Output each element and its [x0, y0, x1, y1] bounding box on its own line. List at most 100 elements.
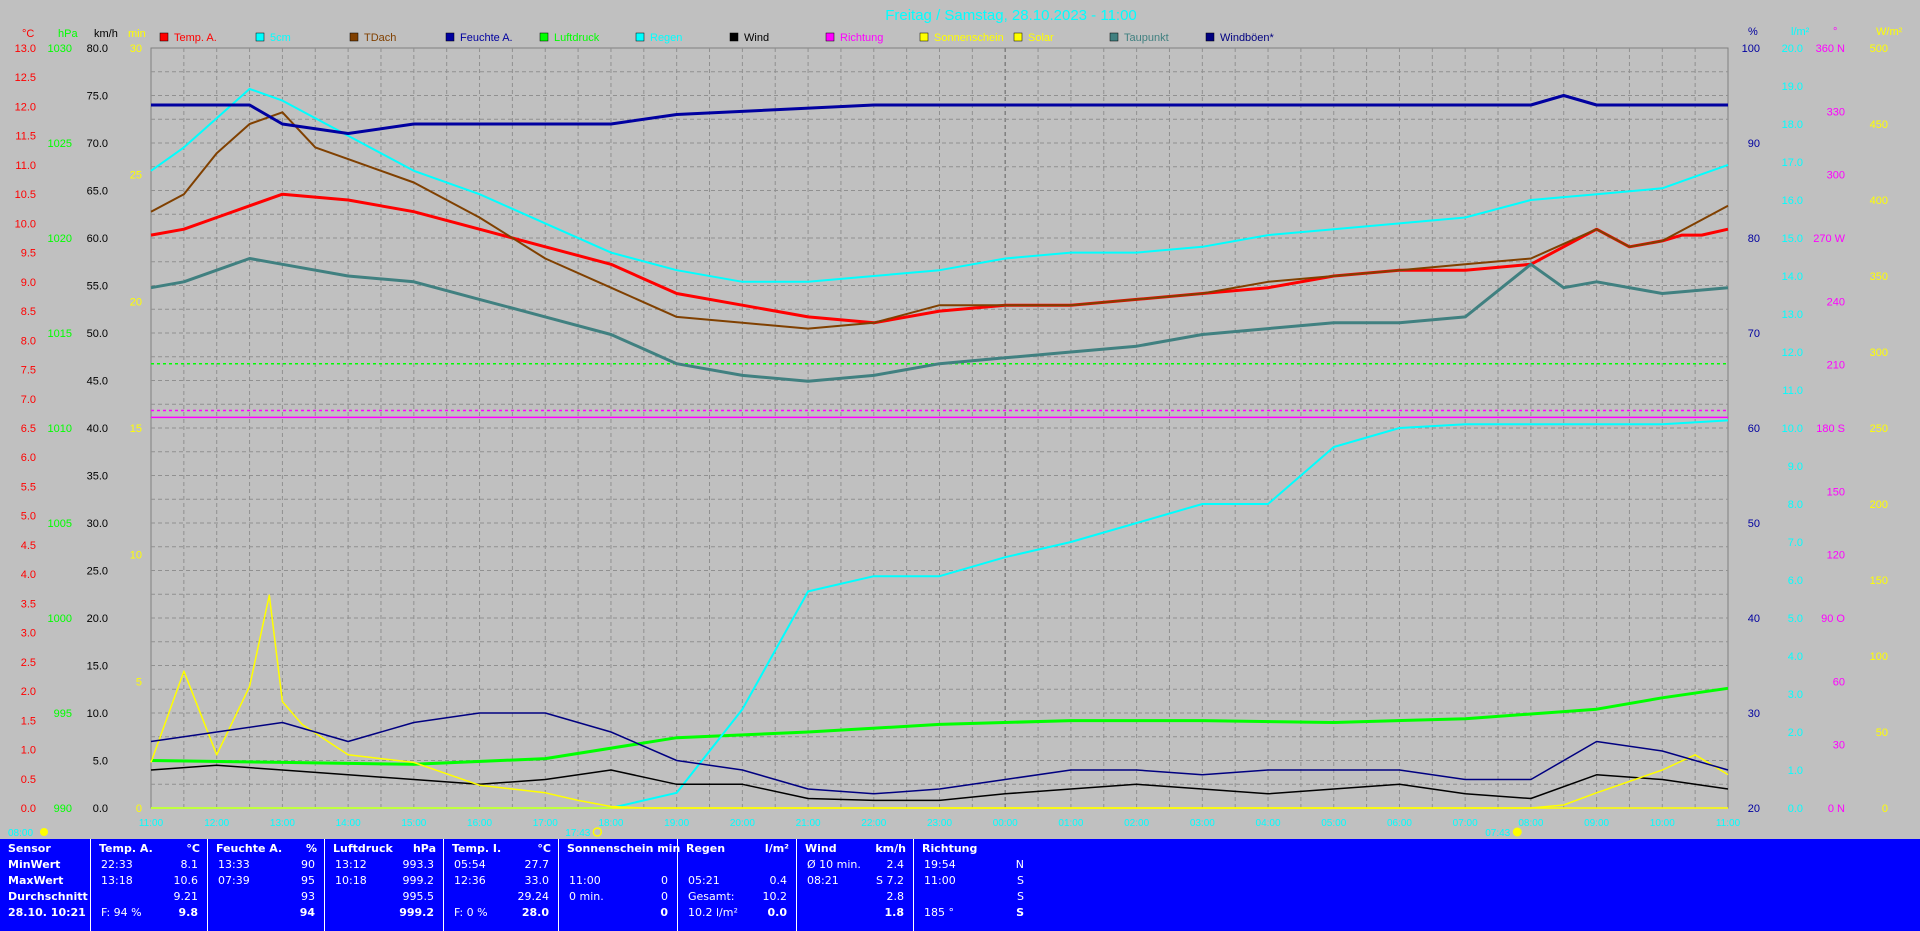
chart-title: Freitag / Samstag, 28.10.2023 - 11:00 — [885, 7, 1137, 24]
axis-tick-right: 240 — [1827, 296, 1845, 308]
legend-label: 5cm — [270, 32, 291, 44]
summary-unit: °C — [537, 842, 551, 855]
axis-tick-left: 6.0 — [21, 452, 36, 464]
axis-tick-left: 30 — [130, 43, 142, 55]
axis-tick-left: 40.0 — [87, 423, 108, 435]
x-tick-label: 08:00 — [1518, 818, 1543, 829]
axis-tick-right: 1.0 — [1788, 765, 1803, 777]
summary-table: Sensor MinWert MaxWert Durchschnitt 28.10. 1… — [0, 839, 1920, 931]
axis-tick-right: 8.0 — [1788, 499, 1803, 511]
axis-tick-right: 13.0 — [1782, 309, 1803, 321]
axis-tick-right: 19.0 — [1782, 81, 1803, 93]
axis-tick-left: 12.5 — [15, 72, 36, 84]
axis-tick-left: 7.5 — [21, 365, 36, 377]
legend-swatch — [1109, 32, 1119, 42]
axis-tick-right: 6.0 — [1788, 575, 1803, 587]
axis-tick-right: 14.0 — [1782, 271, 1803, 283]
summary-value: S 7.2 — [876, 874, 904, 887]
x-tick-label: 10:00 — [1650, 818, 1675, 829]
grid — [150, 47, 1729, 809]
axis-tick-left: 2.5 — [21, 657, 36, 669]
axis-tick-right: 150 — [1827, 486, 1845, 498]
axis-tick-right: 300 — [1827, 170, 1845, 182]
axis-tick-left: 1005 — [48, 518, 72, 530]
axis-unit-right: % — [1748, 26, 1758, 38]
axis-tick-right: 3.0 — [1788, 689, 1803, 701]
axis-tick-left: 25 — [130, 170, 142, 182]
left-edge-time: 08:00 — [8, 828, 33, 839]
axis-tick-left: 5 — [136, 676, 142, 688]
axis-tick-right: 400 — [1870, 195, 1888, 207]
summary-value: 94 — [299, 906, 315, 919]
x-tick-label: 21:00 — [796, 818, 821, 829]
summary-header: Feuchte A. — [216, 842, 283, 855]
axis-tick-right: 270 W — [1813, 233, 1845, 245]
summary-time: 10:18 — [335, 874, 367, 887]
axis-tick-left: 7.0 — [21, 394, 36, 406]
axis-tick-right: 12.0 — [1782, 347, 1803, 359]
x-tick-label: 12:00 — [204, 818, 229, 829]
summary-header: Sonnenschein min — [567, 842, 681, 855]
axis-tick-right: 20.0 — [1782, 43, 1803, 55]
axis-tick-right: 15.0 — [1782, 233, 1803, 245]
summary-column: Sensor MinWert MaxWert Durchschnitt 28.10. 1… — [0, 839, 90, 931]
legend-swatch — [1013, 32, 1023, 42]
axis-tick-left: 9.0 — [21, 277, 36, 289]
summary-row-label: Durchschnitt — [8, 890, 88, 903]
summary-value: 10.6 — [173, 874, 199, 887]
x-tick-label: 11:00 — [139, 818, 164, 829]
summary-unit: % — [305, 842, 317, 855]
axis-tick-left: 12.0 — [15, 101, 36, 113]
axis-tick-left: 70.0 — [87, 138, 108, 150]
axis-tick-left: 45.0 — [87, 376, 108, 388]
summary-column: Wind km/h Ø 10 min. 2.4 08:21 S 7.2 2.8 1.8 — [796, 839, 914, 931]
axis-tick-left: 1020 — [48, 233, 72, 245]
sunset-icon — [592, 827, 603, 837]
axis-tick-left: 30.0 — [87, 518, 108, 530]
legend-swatch — [349, 32, 359, 42]
sun-markers: 17:43 07:43 08:00 — [8, 827, 1522, 839]
axis-tick-left: 0 — [136, 803, 142, 815]
axis-tick-right: 120 — [1827, 550, 1845, 562]
summary-column: Temp. A. °C 22:33 8.1 13:18 10.6 9.21 F: 94 % 9.… — [90, 839, 208, 931]
axis-tick-left: 65.0 — [87, 186, 108, 198]
legend-label: Wind — [744, 32, 769, 44]
legend-swatch — [919, 32, 929, 42]
legend-swatch — [255, 32, 265, 42]
axis-tick-right: 20 — [1748, 803, 1760, 815]
axis-unit-left: min — [128, 28, 146, 40]
axis-tick-right: 9.0 — [1788, 461, 1803, 473]
x-tick-label: 09:00 — [1584, 818, 1609, 829]
axis-tick-left: 10.0 — [87, 708, 108, 720]
axis-tick-right: 100 — [1870, 651, 1888, 663]
summary-value: 1.8 — [884, 906, 905, 919]
axis-tick-right: 210 — [1827, 360, 1845, 372]
x-tick-label: 23:00 — [927, 818, 952, 829]
summary-value: 0.4 — [769, 874, 788, 887]
axis-tick-right: 180 S — [1816, 423, 1845, 435]
summary-value: 10.2 — [762, 890, 788, 903]
axis-tick-left: 1.5 — [21, 715, 36, 727]
axis-tick-left: 5.5 — [21, 481, 36, 493]
x-tick-label: 07:00 — [1453, 818, 1478, 829]
axis-tick-right: 300 — [1870, 347, 1888, 359]
summary-unit: °C — [186, 842, 200, 855]
axis-unit-left: °C — [22, 28, 34, 40]
summary-unit: km/h — [875, 842, 906, 855]
axis-tick-left: 55.0 — [87, 281, 108, 293]
axis-tick-right: 250 — [1870, 423, 1888, 435]
x-tick-label: 11:00 — [1716, 818, 1741, 829]
axis-tick-left: 3.0 — [21, 628, 36, 640]
x-tick-label: 01:00 — [1058, 818, 1083, 829]
axis-tick-right: 150 — [1870, 575, 1888, 587]
axis-unit-left: km/h — [94, 28, 118, 40]
axis-tick-right: 0 N — [1828, 803, 1845, 815]
axis-tick-right: 30 — [1833, 740, 1845, 752]
axis-tick-left: 50.0 — [87, 328, 108, 340]
summary-column: Temp. I. °C 05:54 27.7 12:36 33.0 29.24 F: 0 % 2… — [443, 839, 559, 931]
axis-tick-right: 80 — [1748, 233, 1760, 245]
sunrise-icon — [1512, 827, 1522, 837]
axis-unit-right: W/m² — [1876, 26, 1903, 38]
summary-header: Temp. I. — [452, 842, 502, 855]
legend-label: Solar — [1028, 32, 1054, 44]
